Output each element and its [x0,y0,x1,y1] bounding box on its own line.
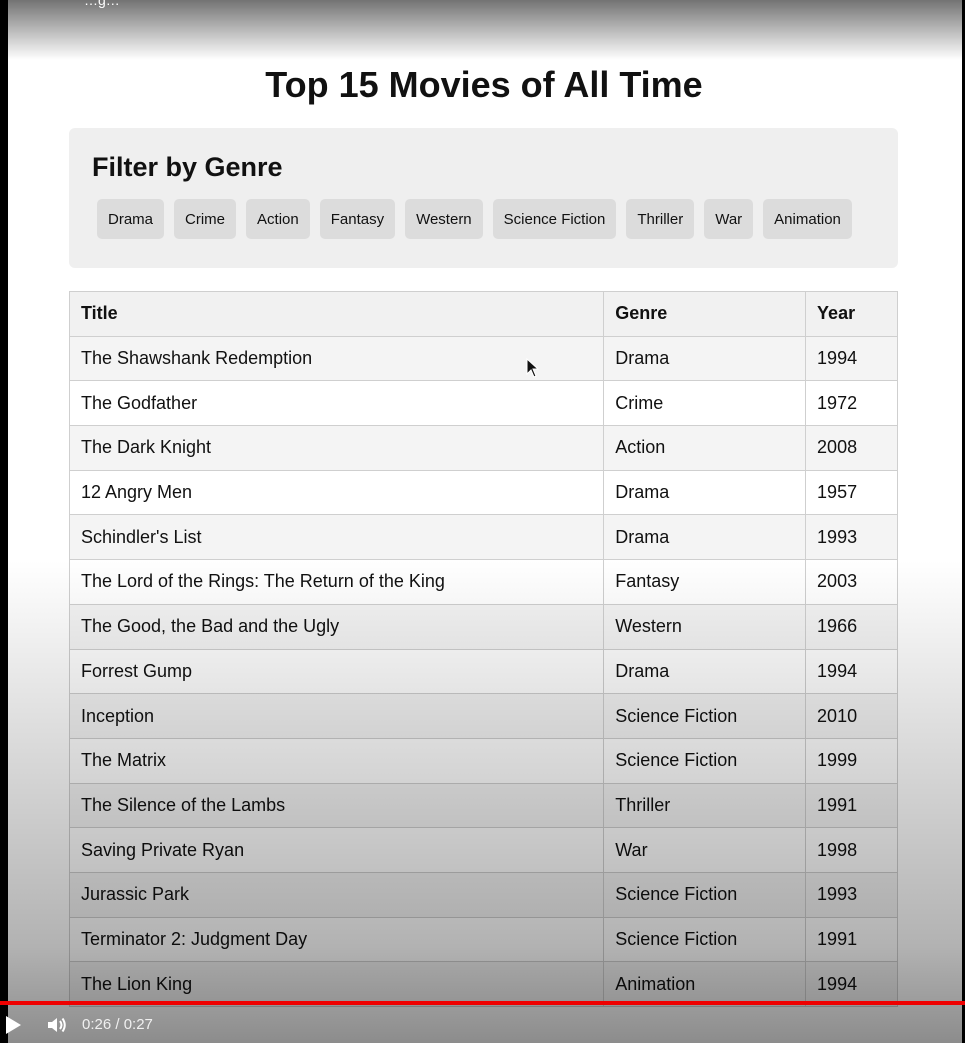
cell-year: 1966 [805,603,898,650]
table-body: The Shawshank Redemption Drama 1994 The God… [68,335,898,1007]
cell-year: 1991 [805,916,898,963]
cell-genre: Thriller [603,782,807,829]
cell-title: The Silence of the Lambs [68,782,605,829]
genre-button-fantasy[interactable]: Fantasy [319,199,396,239]
cell-year: 1972 [805,380,898,427]
filter-panel: Filter by Genre Drama Crime Action Fantasy W… [69,128,898,268]
column-header-title[interactable]: Title [68,291,605,337]
cell-genre: Fantasy [603,559,807,605]
genre-button-science-fiction[interactable]: Science Fiction [492,199,617,239]
volume-icon[interactable] [47,1016,67,1034]
page-title: Top 15 Movies of All Time [265,64,703,105]
table-row: Forrest Gump Drama 1994 [68,648,898,695]
cell-genre: Science Fiction [603,916,807,963]
top-shade-overlay [8,0,962,60]
genre-button-crime[interactable]: Crime [174,199,237,239]
cell-genre: Science Fiction [603,693,807,739]
mouse-cursor-icon [526,358,540,378]
cell-year: 1994 [805,648,898,695]
cell-genre: Western [603,603,807,650]
time-display: 0:26 / 0:27 [82,1016,153,1033]
cell-year: 1998 [805,827,898,873]
cell-year: 1999 [805,737,898,784]
cell-year: 1957 [805,469,898,516]
cell-year: 2010 [805,693,898,739]
cell-genre: Drama [603,469,807,516]
cell-year: 1994 [805,335,898,382]
table-row: The Good, the Bad and the Ugly Western 196… [68,603,898,650]
genre-button-group: Drama Crime Action Fantasy Western Science Fi… [97,199,852,239]
cell-title: Jurassic Park [68,871,605,918]
cell-title: 12 Angry Men [68,469,605,516]
table-row: 12 Angry Men Drama 1957 [68,469,898,516]
cell-genre: Science Fiction [603,871,807,918]
column-header-genre[interactable]: Genre [603,291,807,337]
table-row: The Matrix Science Fiction 1999 [68,737,898,784]
cell-title: The Good, the Bad and the Ugly [68,603,605,650]
cell-title: The Godfather [68,380,605,427]
cut-off-text: …g… [84,0,120,8]
table-row: The Lord of the Rings: The Return of the… [68,559,898,605]
cell-title: Terminator 2: Judgment Day [68,916,605,963]
video-letterbox-left [0,0,8,1043]
cell-genre: Crime [603,380,807,427]
cell-year: 2008 [805,425,898,471]
genre-button-animation[interactable]: Animation [763,199,852,239]
cell-title: Forrest Gump [68,648,605,695]
table-row: The Lion King Animation 1994 [68,961,898,1007]
cell-title: The Matrix [68,737,605,784]
filter-heading: Filter by Genre [92,152,283,182]
cell-year: 2003 [805,559,898,605]
cell-title: Inception [68,693,605,739]
cell-title: The Lord of the Rings: The Return of the… [68,559,605,605]
table-row: The Dark Knight Action 2008 [68,425,898,471]
column-header-year[interactable]: Year [805,291,898,337]
genre-button-drama[interactable]: Drama [97,199,165,239]
table-row: The Godfather Crime 1972 [68,380,898,427]
cell-year: 1993 [805,871,898,918]
genre-button-war[interactable]: War [704,199,754,239]
genre-button-western[interactable]: Western [405,199,483,239]
cell-title: Schindler's List [68,514,605,561]
table-row: The Silence of the Lambs Thriller 1991 [68,782,898,829]
table-row: Jurassic Park Science Fiction 1993 [68,871,898,918]
cell-genre: Drama [603,648,807,695]
progress-bar[interactable] [0,1001,965,1005]
table-row: Terminator 2: Judgment Day Science Fictio… [68,916,898,963]
cell-year: 1993 [805,514,898,561]
cell-year: 1994 [805,961,898,1007]
cell-title: The Shawshank Redemption [68,335,605,382]
play-icon[interactable] [4,1015,22,1035]
cell-genre: Drama [603,514,807,561]
cell-title: The Lion King [68,961,605,1007]
cell-genre: Action [603,425,807,471]
cell-title: Saving Private Ryan [68,827,605,873]
table-header-row: Title Genre Year [68,291,898,337]
genre-button-action[interactable]: Action [246,199,310,239]
cell-genre: Animation [603,961,807,1007]
genre-button-thriller[interactable]: Thriller [626,199,695,239]
movies-table: Title Genre Year The Shawshank Redemptio… [68,291,898,1007]
table-row: The Shawshank Redemption Drama 1994 [68,335,898,382]
cell-genre: Drama [603,335,807,382]
video-controls: 0:26 / 0:27 [0,1001,965,1043]
video-frame: …g… Top 15 Movies of All Time Filter by … [8,0,962,1043]
cell-genre: Science Fiction [603,737,807,784]
cell-genre: War [603,827,807,873]
table-row: Saving Private Ryan War 1998 [68,827,898,873]
cell-year: 1991 [805,782,898,829]
table-row: Schindler's List Drama 1993 [68,514,898,561]
table-row: Inception Science Fiction 2010 [68,693,898,739]
progress-fill [0,1001,965,1005]
cell-title: The Dark Knight [68,425,605,471]
